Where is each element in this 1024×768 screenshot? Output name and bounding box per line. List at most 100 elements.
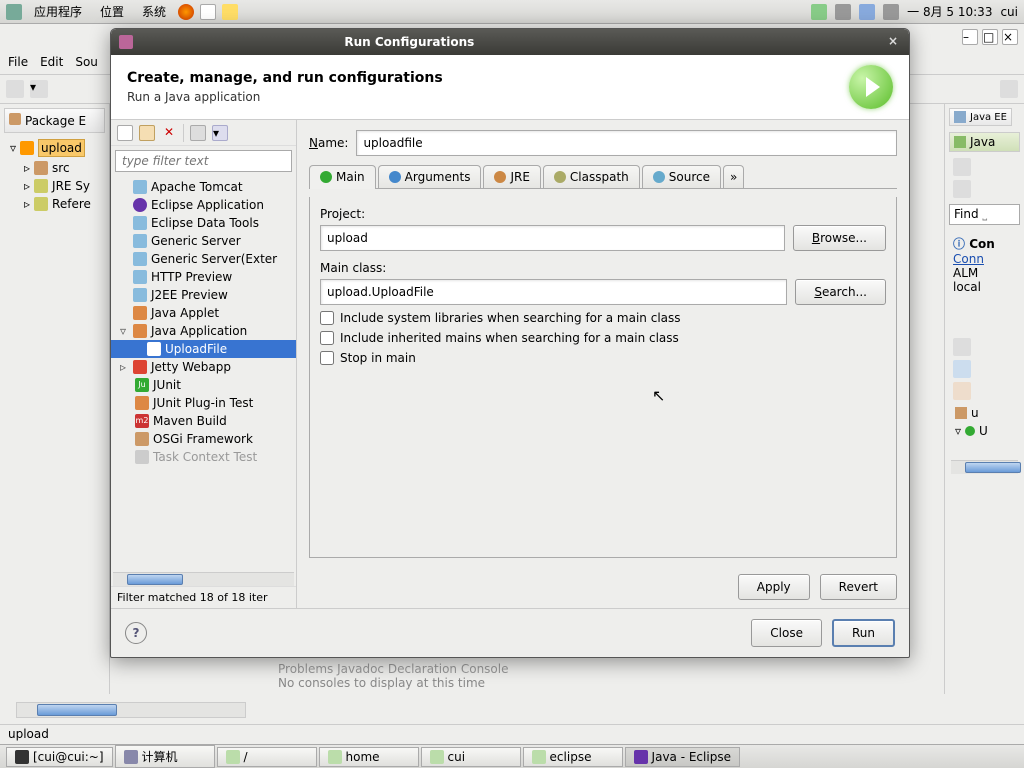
task-terminal[interactable]: [cui@cui:~] [6, 747, 113, 767]
outline-item[interactable]: ▿U [949, 422, 1020, 440]
new-config-icon[interactable] [117, 125, 133, 141]
duplicate-config-icon[interactable] [139, 125, 155, 141]
note-icon[interactable] [222, 4, 238, 20]
tree-node-maven[interactable]: m2Maven Build [111, 412, 296, 430]
tree-scrollbar[interactable] [113, 572, 294, 586]
tab-strip: Main Arguments JRE Classpath Source » [309, 164, 897, 189]
name-input[interactable] [356, 130, 897, 156]
clipboard-icon[interactable] [883, 4, 899, 20]
outline-mini-icon[interactable] [953, 360, 971, 378]
project-input[interactable] [320, 225, 785, 251]
update-icon[interactable] [811, 4, 827, 20]
perspective-java[interactable]: Java [949, 132, 1020, 152]
eclipse-icon [634, 750, 648, 764]
run-button[interactable]: Run [832, 619, 895, 647]
tree-node-j2ee[interactable]: J2EE Preview [111, 286, 296, 304]
tab-classpath[interactable]: Classpath [543, 165, 640, 188]
tree-node-task[interactable]: Task Context Test [111, 448, 296, 466]
tree-node-junit[interactable]: JuJUnit [111, 376, 296, 394]
filter-icon[interactable]: ▾ [212, 125, 228, 141]
maximize-button[interactable]: □ [982, 29, 998, 45]
minimized-view-icon[interactable] [953, 180, 971, 198]
toolbar-new-icon[interactable] [6, 80, 24, 98]
project-node[interactable]: ▿upload [10, 137, 105, 159]
menu-source[interactable]: Sou [75, 55, 98, 69]
menu-applications[interactable]: 应用程序 [28, 1, 88, 22]
minimize-button[interactable]: – [962, 29, 978, 45]
delete-config-icon[interactable]: ✕ [161, 125, 177, 141]
network-icon[interactable] [859, 4, 875, 20]
task-home[interactable]: home [319, 747, 419, 767]
minimized-view-icon[interactable] [953, 158, 971, 176]
outline-scrollbar[interactable] [951, 460, 1018, 474]
firefox-icon[interactable] [178, 4, 194, 20]
tree-node-tomcat[interactable]: Apache Tomcat [111, 178, 296, 196]
help-icon[interactable]: ? [125, 622, 147, 644]
pkgexp-scrollbar[interactable] [16, 702, 246, 718]
menu-edit[interactable]: Edit [40, 55, 63, 69]
src-node[interactable]: ▹src [10, 159, 105, 177]
task-computer[interactable]: 计算机 [115, 745, 215, 768]
jre-node[interactable]: ▹JRE Sy [10, 177, 105, 195]
clock[interactable]: 一 8月 5 10:33 [907, 3, 992, 20]
toolbar-dropdown-icon[interactable]: ▾ [30, 80, 48, 98]
tab-arguments[interactable]: Arguments [378, 165, 482, 188]
menu-system[interactable]: 系统 [136, 1, 172, 22]
tree-node-uploadfile[interactable]: UploadFile [111, 340, 296, 358]
task-eclipse-app[interactable]: Java - Eclipse [625, 747, 740, 767]
apply-button[interactable]: Apply [738, 574, 810, 600]
chk-stop-main[interactable] [320, 351, 334, 365]
tab-source[interactable]: Source [642, 165, 721, 188]
tree-node-applet[interactable]: Java Applet [111, 304, 296, 322]
javaee-icon [954, 111, 966, 123]
connect-link[interactable]: Conn [953, 252, 984, 266]
chk-inherited[interactable] [320, 331, 334, 345]
quick-find[interactable]: Find ⎵ [949, 204, 1020, 225]
dialog-close-icon[interactable]: × [885, 34, 901, 50]
tab-more[interactable]: » [723, 165, 744, 188]
chk-system-libs[interactable] [320, 311, 334, 325]
tree-node-jetty[interactable]: ▹Jetty Webapp [111, 358, 296, 376]
browse-button[interactable]: Browse... [793, 225, 886, 251]
dialog-footer: ? Close Run [111, 608, 909, 657]
ref-node[interactable]: ▹Refere [10, 195, 105, 213]
menu-places[interactable]: 位置 [94, 1, 130, 22]
tree-node-junitplug[interactable]: JUnit Plug-in Test [111, 394, 296, 412]
tree-node-osgi[interactable]: OSGi Framework [111, 430, 296, 448]
collapse-all-icon[interactable] [190, 125, 206, 141]
outline-mini-icon[interactable] [953, 338, 971, 356]
package-icon [955, 407, 967, 419]
task-cui[interactable]: cui [421, 747, 521, 767]
tree-node-httpprev[interactable]: HTTP Preview [111, 268, 296, 286]
outline-item[interactable]: u [949, 404, 1020, 422]
maven-icon: m2 [135, 414, 149, 428]
tree-node-javaapp[interactable]: ▿Java Application [111, 322, 296, 340]
config-tree[interactable]: Apache Tomcat Eclipse Application Eclips… [111, 176, 296, 572]
tree-node-genserverext[interactable]: Generic Server(Exter [111, 250, 296, 268]
gnome-logo-icon [6, 4, 22, 20]
perspective-switcher[interactable] [1000, 80, 1018, 98]
menu-file[interactable]: File [8, 55, 28, 69]
search-button[interactable]: Search... [795, 279, 886, 305]
console-tabs[interactable]: Problems Javadoc Declaration Console [278, 662, 906, 676]
outline-mini-icon[interactable] [953, 382, 971, 400]
tree-node-genserver[interactable]: Generic Server [111, 232, 296, 250]
package-explorer-title[interactable]: Package E [4, 108, 105, 133]
mainclass-input[interactable] [320, 279, 787, 305]
revert-button[interactable]: Revert [820, 574, 897, 600]
server-icon [133, 270, 147, 284]
tab-main[interactable]: Main [309, 165, 376, 189]
dialog-titlebar[interactable]: Run Configurations × [111, 29, 909, 55]
filter-input[interactable] [115, 150, 292, 172]
volume-icon[interactable] [835, 4, 851, 20]
task-eclipse-folder[interactable]: eclipse [523, 747, 623, 767]
mail-icon[interactable] [200, 4, 216, 20]
tree-node-datatools[interactable]: Eclipse Data Tools [111, 214, 296, 232]
perspective-javaee[interactable]: Java EE [949, 108, 1012, 126]
close-button[interactable]: × [1002, 29, 1018, 45]
user-menu[interactable]: cui [1000, 5, 1018, 19]
tree-node-eclipseapp[interactable]: Eclipse Application [111, 196, 296, 214]
close-button[interactable]: Close [751, 619, 822, 647]
task-root[interactable]: / [217, 747, 317, 767]
tab-jre[interactable]: JRE [483, 165, 540, 188]
